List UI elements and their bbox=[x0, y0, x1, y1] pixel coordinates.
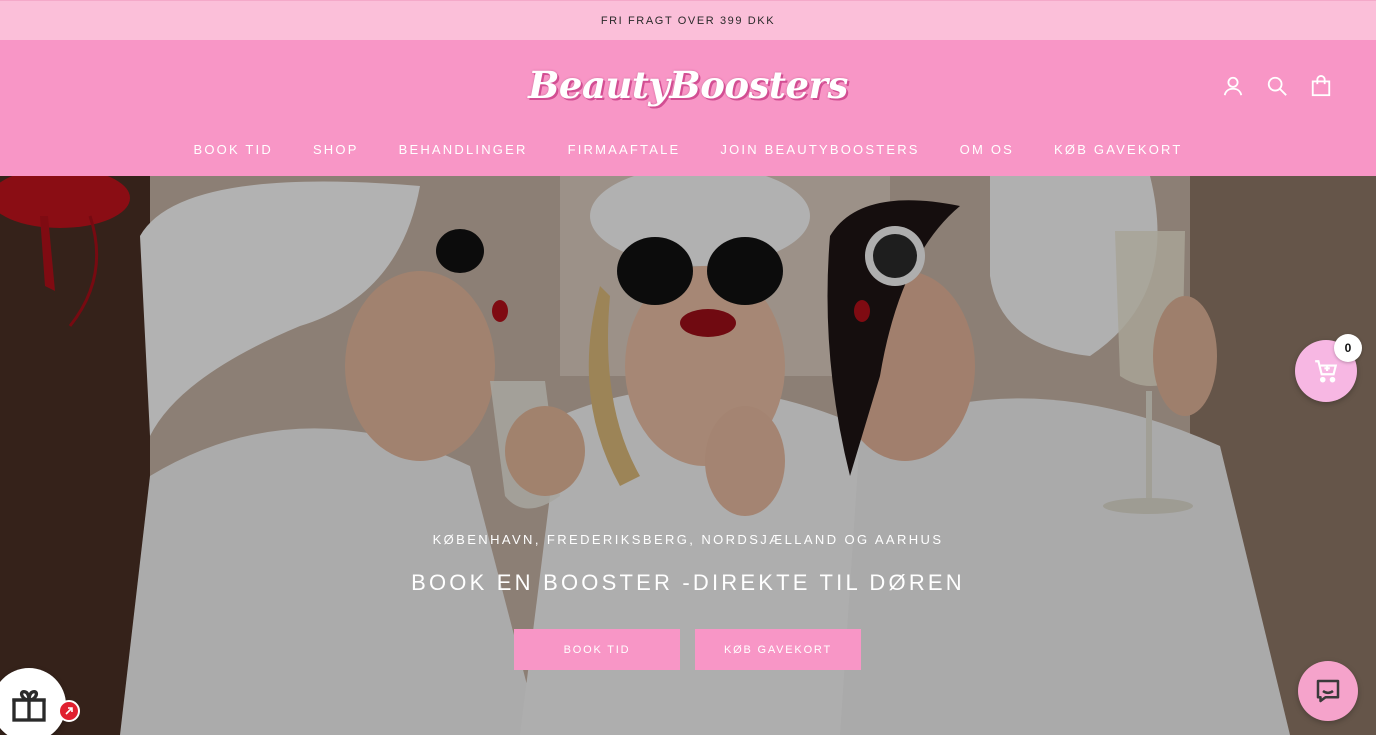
announcement-bar: FRI FRAGT OVER 399 DKK bbox=[0, 0, 1376, 40]
account-icon[interactable] bbox=[1222, 74, 1244, 98]
nav-item-om-os[interactable]: OM OS bbox=[960, 142, 1014, 157]
nav-item-behandlinger[interactable]: BEHANDLINGER bbox=[399, 142, 528, 157]
hero-title: BOOK EN BOOSTER -DIREKTE TIL DØREN bbox=[411, 570, 965, 595]
header-actions bbox=[1222, 74, 1332, 98]
brand-logo[interactable]: BeautyBoosters bbox=[528, 54, 848, 116]
hero-banner: KØBENHAVN, FREDERIKSBERG, NORDSJÆLLAND O… bbox=[0, 176, 1376, 735]
chat-icon bbox=[1316, 679, 1340, 703]
site-header: BeautyBoosters BOOK TID SHOP BEHANDLINGE… bbox=[0, 40, 1376, 176]
search-icon[interactable] bbox=[1266, 74, 1288, 98]
book-tid-button[interactable]: BOOK TID bbox=[514, 629, 680, 670]
koeb-gavekort-button[interactable]: KØB GAVEKORT bbox=[695, 629, 861, 670]
hero-subtitle: KØBENHAVN, FREDERIKSBERG, NORDSJÆLLAND O… bbox=[432, 532, 944, 547]
gift-icon bbox=[12, 689, 46, 722]
main-nav: BOOK TID SHOP BEHANDLINGER FIRMAAFTALE J… bbox=[0, 138, 1376, 160]
chat-button[interactable] bbox=[1298, 661, 1358, 721]
nav-item-firmaaftale[interactable]: FIRMAAFTALE bbox=[568, 142, 681, 157]
nav-item-book-tid[interactable]: BOOK TID bbox=[193, 142, 272, 157]
cart-count-badge: 0 bbox=[1334, 334, 1362, 362]
nav-item-join[interactable]: JOIN BEAUTYBOOSTERS bbox=[720, 142, 919, 157]
gift-badge-icon bbox=[58, 700, 80, 722]
hero-overlay bbox=[0, 176, 1376, 735]
nav-item-gavekort[interactable]: KØB GAVEKORT bbox=[1054, 142, 1183, 157]
cart-icon bbox=[1315, 360, 1338, 383]
brand-logo-text: BeautyBoosters bbox=[528, 63, 848, 107]
shopping-bag-icon[interactable] bbox=[1310, 74, 1332, 98]
announcement-text: FRI FRAGT OVER 399 DKK bbox=[600, 14, 776, 27]
nav-item-shop[interactable]: SHOP bbox=[313, 142, 359, 157]
